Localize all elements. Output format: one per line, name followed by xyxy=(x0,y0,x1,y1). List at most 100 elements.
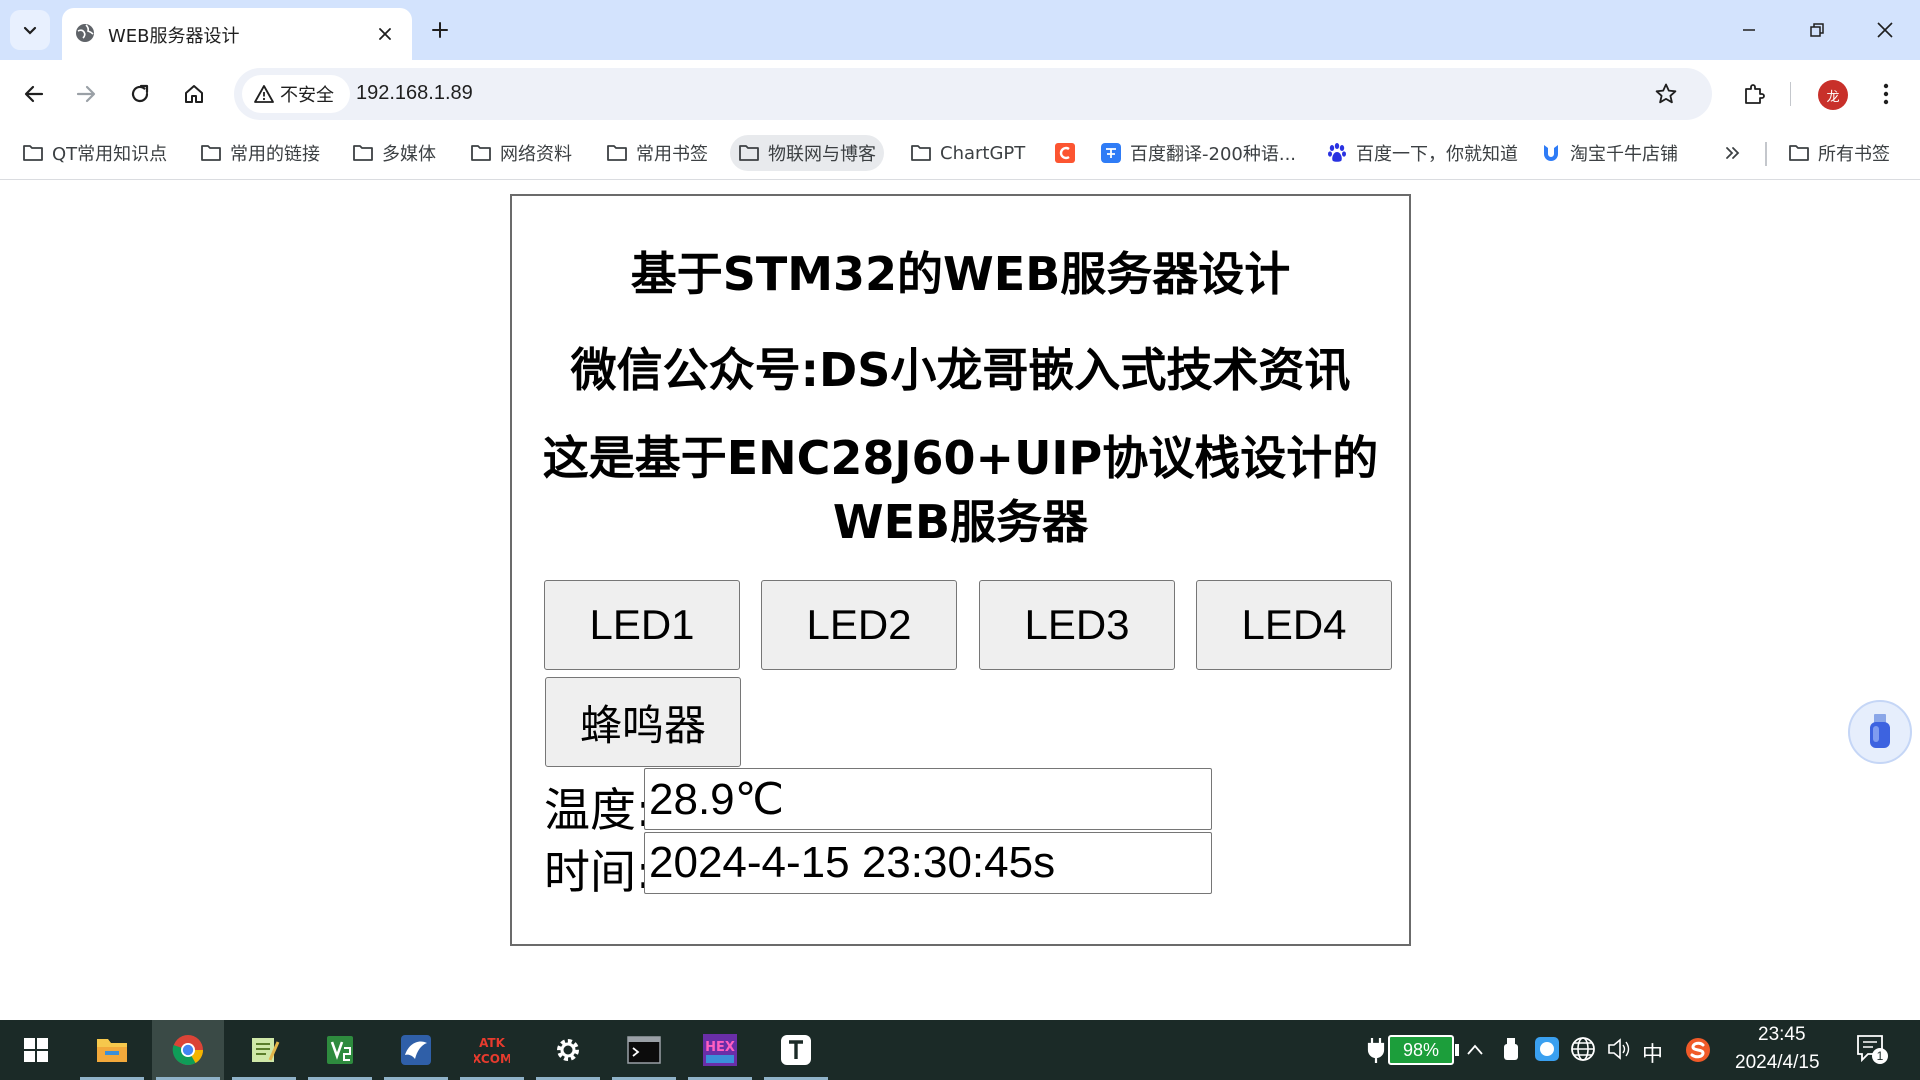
back-button[interactable] xyxy=(14,74,54,114)
buzzer-button[interactable]: 蜂鸣器 xyxy=(545,677,741,767)
chrome-icon xyxy=(172,1035,203,1066)
temperature-field[interactable]: 28.9℃ xyxy=(644,768,1212,830)
folder-icon xyxy=(1788,142,1810,164)
description-line-2: WEB服务器 xyxy=(832,495,1089,549)
security-label: 不安全 xyxy=(280,85,334,106)
bookmark-chartgpt[interactable]: ChartGPT xyxy=(902,135,1033,171)
bookmark-iot-blog[interactable]: 物联网与博客 xyxy=(730,135,884,171)
home-button[interactable] xyxy=(174,74,214,114)
file-explorer-icon xyxy=(97,1039,127,1062)
translate-icon xyxy=(1100,142,1122,164)
description-heading: 这是基于ENC28J60+UIP协议栈设计的 WEB服务器 xyxy=(512,426,1409,554)
taskbar-flymcu-app[interactable] xyxy=(380,1020,452,1080)
keil-icon xyxy=(327,1036,353,1064)
wechat-subtitle: 微信公众号:DS小龙哥嵌入式技术资讯 xyxy=(570,343,1351,397)
menu-button[interactable] xyxy=(1866,74,1906,114)
bookmark-label: 百度翻译-200种语... xyxy=(1130,144,1297,165)
bookmark-multimedia[interactable]: 多媒体 xyxy=(344,135,444,171)
security-chip[interactable]: 不安全 xyxy=(242,75,350,113)
taskbar-file-explorer[interactable] xyxy=(76,1020,148,1080)
qianniu-icon xyxy=(1540,142,1562,164)
minimize-button[interactable] xyxy=(1726,10,1772,50)
profile-avatar[interactable]: 龙 xyxy=(1818,80,1848,110)
taskbar-hex-app[interactable]: HEX xyxy=(684,1020,756,1080)
taskbar-notepad-app[interactable] xyxy=(228,1020,300,1080)
address-bar[interactable]: 不安全 192.168.1.89 xyxy=(234,68,1712,120)
sogou-ime-icon[interactable] xyxy=(1684,1036,1712,1064)
url-text[interactable]: 192.168.1.89 xyxy=(356,82,473,105)
terminal-icon xyxy=(627,1036,661,1064)
network-globe-icon[interactable] xyxy=(1570,1036,1596,1062)
notepad-icon xyxy=(252,1038,280,1062)
restore-button[interactable] xyxy=(1794,10,1840,50)
folder-icon xyxy=(352,142,374,164)
bookmark-qt[interactable]: QT常用知识点 xyxy=(14,135,175,171)
window-close-button[interactable] xyxy=(1862,10,1908,50)
new-tab-button[interactable] xyxy=(424,14,456,46)
bookmarks-divider xyxy=(1765,142,1767,166)
clock-date[interactable]: 2024/4/15 xyxy=(1735,1052,1820,1074)
home-icon xyxy=(185,85,203,103)
chevron-up-icon[interactable] xyxy=(1466,1042,1484,1058)
forward-button[interactable] xyxy=(66,74,106,114)
minimize-icon xyxy=(1743,29,1755,31)
bookmark-all[interactable]: 所有书签 xyxy=(1780,135,1898,171)
tab-close-button[interactable] xyxy=(372,21,398,47)
baidu-icon xyxy=(1326,142,1348,164)
folder-icon xyxy=(738,142,760,164)
taskbar-keil-app[interactable] xyxy=(304,1020,376,1080)
speaker-icon[interactable] xyxy=(1606,1036,1632,1062)
browser-tab[interactable]: WEB服务器设计 xyxy=(62,8,412,60)
tab-search-button[interactable] xyxy=(10,10,50,50)
time-field[interactable]: 2024-4-15 23:30:45s xyxy=(644,832,1212,894)
hex-editor-icon: HEX xyxy=(703,1034,737,1066)
extensions-button[interactable] xyxy=(1734,74,1774,114)
browser-toolbar: 不安全 192.168.1.89 龙 xyxy=(0,60,1920,128)
reload-button[interactable] xyxy=(120,74,160,114)
bookmark-common-links[interactable]: 常用的链接 xyxy=(192,135,328,171)
bookmark-baidu[interactable]: 百度一下，你就知道 xyxy=(1318,135,1526,171)
taskbar-typora[interactable] xyxy=(760,1020,832,1080)
bookmarks-overflow-button[interactable] xyxy=(1716,135,1750,171)
bookmark-label: QT常用知识点 xyxy=(52,144,168,165)
bookmark-label: 百度一下，你就知道 xyxy=(1356,144,1518,165)
taskbar-atk-xcom[interactable]: ATK XCOM xyxy=(456,1020,528,1080)
bookmark-label: 所有书签 xyxy=(1818,144,1890,165)
qq-tray-icon[interactable] xyxy=(1534,1036,1560,1062)
bookmark-network[interactable]: 网络资料 xyxy=(462,135,580,171)
taskbar-terminal[interactable] xyxy=(608,1020,680,1080)
led1-button[interactable]: LED1 xyxy=(544,580,740,670)
bookmark-label: 多媒体 xyxy=(382,144,436,165)
arrow-right-icon xyxy=(76,85,96,103)
warning-icon xyxy=(254,85,274,103)
led4-button[interactable]: LED4 xyxy=(1196,580,1392,670)
page-title: 基于STM32的WEB服务器设计 xyxy=(630,247,1291,301)
reload-icon xyxy=(131,84,149,103)
bookmark-qianniu[interactable]: 淘宝千牛店铺 xyxy=(1532,135,1686,171)
taskbar-settings[interactable] xyxy=(532,1020,604,1080)
bookmark-csdn[interactable] xyxy=(1046,135,1084,171)
tab-strip: WEB服务器设计 xyxy=(0,0,1920,60)
taskbar-chrome[interactable] xyxy=(152,1020,224,1080)
floating-assistant-button[interactable] xyxy=(1848,700,1912,764)
battery-tip xyxy=(1455,1044,1459,1056)
bookmark-common-bookmarks[interactable]: 常用书签 xyxy=(598,135,716,171)
bookmark-baidu-translate[interactable]: 百度翻译-200种语... xyxy=(1092,135,1304,171)
time-label: 时间: xyxy=(544,845,652,899)
typora-icon xyxy=(781,1035,811,1065)
led2-button[interactable]: LED2 xyxy=(761,580,957,670)
start-button[interactable] xyxy=(0,1020,72,1080)
battery-indicator[interactable]: 98% xyxy=(1388,1035,1454,1065)
usb-tray-icon[interactable] xyxy=(1500,1036,1522,1064)
bookmark-label: 常用书签 xyxy=(636,144,708,165)
ime-indicator[interactable]: 中 xyxy=(1642,1038,1663,1068)
temperature-label: 温度: xyxy=(544,783,652,837)
folder-icon xyxy=(470,142,492,164)
bookmark-star-button[interactable] xyxy=(1652,80,1680,108)
led3-button[interactable]: LED3 xyxy=(979,580,1175,670)
bookmark-label: ChartGPT xyxy=(940,142,1026,164)
close-icon xyxy=(1877,22,1893,38)
notification-center-button[interactable]: 1 xyxy=(1856,1034,1890,1066)
clock-time[interactable]: 23:45 xyxy=(1758,1024,1806,1046)
atk-xcom-icon: ATK XCOM xyxy=(474,1036,510,1066)
